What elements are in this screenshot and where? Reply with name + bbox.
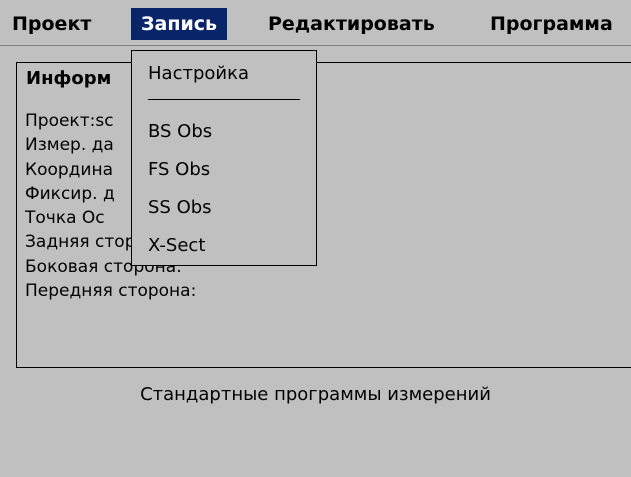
menu-bar: Проект Запись Редактировать Программа <box>0 0 631 46</box>
status-text: Стандартные программы измерений <box>140 384 491 405</box>
menu-record[interactable]: Запись <box>131 8 228 40</box>
info-fixed: Фиксир. д <box>25 184 115 204</box>
menu-item-ss-obs[interactable]: SS Obs <box>148 197 212 218</box>
menu-item-fs-obs[interactable]: FS Obs <box>148 159 210 180</box>
info-group-title: Информ <box>24 68 114 89</box>
info-project: Проект:sc <box>25 111 114 131</box>
menu-program[interactable]: Программа <box>480 8 623 40</box>
menu-item-x-sect[interactable]: X-Sect <box>148 235 205 256</box>
info-measure-date: Измер. да <box>25 135 114 155</box>
menu-project[interactable]: Проект <box>2 8 101 40</box>
info-coordinates: Координа <box>25 160 113 180</box>
info-station-point: Точка Ос <box>25 208 105 228</box>
info-foresight: Передняя сторона: <box>25 281 197 301</box>
menu-separator <box>148 99 300 100</box>
menu-edit[interactable]: Редактировать <box>258 8 445 40</box>
menu-item-settings[interactable]: Настройка <box>148 63 249 84</box>
info-group-box <box>16 62 631 368</box>
menu-item-bs-obs[interactable]: BS Obs <box>148 121 212 142</box>
record-dropdown-menu: Настройка BS Obs FS Obs SS Obs X-Sect <box>131 50 317 266</box>
